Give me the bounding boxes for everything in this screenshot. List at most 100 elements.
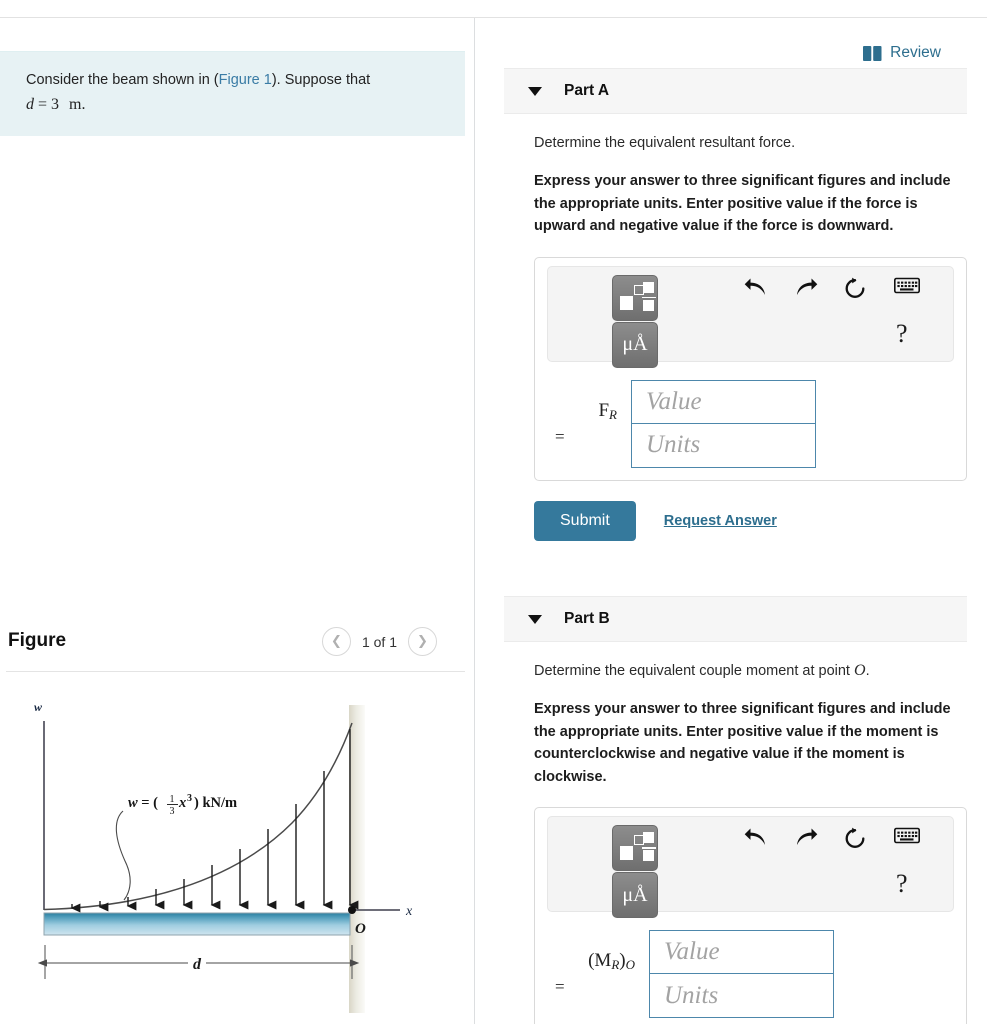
origin-point bbox=[348, 906, 356, 914]
part-b-units-button[interactable]: μÅ bbox=[612, 872, 658, 918]
book-icon bbox=[863, 45, 882, 61]
part-a-body: Determine the equivalent resultant force… bbox=[534, 132, 967, 541]
reset-circular-arrow-icon bbox=[845, 277, 865, 298]
svg-text:w = (: w = ( bbox=[128, 795, 158, 811]
review-link[interactable]: Review bbox=[863, 44, 941, 62]
part-b-entry-label: (MR)O = bbox=[549, 950, 649, 998]
undo-arrow-icon bbox=[744, 828, 765, 845]
given-period: . bbox=[81, 96, 86, 113]
load-curve bbox=[43, 722, 353, 911]
part-b-title: Part B bbox=[564, 610, 610, 627]
figure-header: Figure ❮ 1 of 1 ❯ bbox=[0, 618, 465, 670]
part-a-units-placeholder: Units bbox=[646, 431, 701, 458]
part-b-math-template-button[interactable] bbox=[612, 825, 658, 871]
keyboard-icon bbox=[894, 827, 920, 844]
left-panel: Consider the beam shown in (Figure 1). S… bbox=[0, 18, 474, 1024]
part-a-keyboard-button[interactable] bbox=[894, 277, 920, 294]
svg-text:1: 1 bbox=[170, 794, 175, 805]
part-b-value-placeholder: Value bbox=[664, 938, 720, 965]
part-a-value-input[interactable]: Value bbox=[631, 379, 816, 424]
part-a-entry-row: FR = Value Units bbox=[543, 379, 958, 468]
right-panel: Review Part A Determine the equivalent r… bbox=[475, 18, 987, 1024]
question-text-after: ). Suppose that bbox=[271, 72, 371, 88]
part-a-answer-box: μÅ ? FR = Value Units bbox=[534, 256, 967, 481]
figure-divider bbox=[6, 671, 465, 672]
part-b-reset-button[interactable] bbox=[844, 827, 866, 850]
part-a-instructions: Express your answer to three significant… bbox=[534, 173, 951, 234]
part-a-label-main: F bbox=[598, 399, 610, 421]
part-a-value-placeholder: Value bbox=[646, 387, 702, 415]
part-a-toolbar: μÅ ? bbox=[547, 265, 954, 368]
part-b-value-input[interactable]: Value bbox=[649, 930, 834, 974]
part-b-redo-button[interactable] bbox=[794, 827, 818, 849]
figure-counter: 1 of 1 bbox=[361, 633, 397, 650]
figure-next-button[interactable]: ❯ bbox=[408, 627, 437, 656]
equation-leader-line bbox=[115, 810, 131, 901]
part-b-section: Part B Determine the equivalent couple m… bbox=[475, 596, 987, 1024]
figure-prev-button[interactable]: ❮ bbox=[321, 627, 351, 656]
load-arrow-group bbox=[70, 729, 359, 913]
part-a-request-answer-link[interactable]: Request Answer bbox=[664, 513, 777, 529]
part-b-units-placeholder: Units bbox=[664, 981, 719, 1009]
part-a-math-template-button[interactable] bbox=[612, 274, 658, 321]
redo-arrow-icon bbox=[797, 278, 818, 295]
figure-pagination: ❮ 1 of 1 ❯ bbox=[321, 627, 437, 656]
part-a-header[interactable]: Part A bbox=[504, 68, 967, 114]
svg-text:x: x bbox=[178, 795, 186, 811]
keyboard-icon bbox=[894, 277, 920, 293]
given-variable: d bbox=[26, 96, 34, 113]
part-b-keyboard-button[interactable] bbox=[894, 827, 920, 844]
dimension-d-label: d bbox=[193, 956, 202, 973]
part-b-equals: = bbox=[555, 977, 565, 996]
given-units: m bbox=[69, 96, 82, 113]
part-b-prompt-math: O bbox=[854, 662, 866, 679]
svg-text:3: 3 bbox=[187, 793, 192, 804]
part-a-section: Part A Determine the equivalent resultan… bbox=[475, 68, 987, 541]
undo-arrow-icon bbox=[744, 278, 765, 295]
figure-title: Figure bbox=[8, 630, 67, 651]
part-b-label-main: (M bbox=[588, 950, 612, 971]
part-a-fields: Value Units bbox=[631, 379, 816, 468]
question-text-before: Consider the beam shown in ( bbox=[26, 72, 219, 88]
load-equation-label: w = ( 1 3 x 3 ) kN/m bbox=[128, 793, 237, 817]
svg-text:) kN/m: ) kN/m bbox=[194, 795, 237, 811]
part-b-instructions: Express your answer to three significant… bbox=[534, 701, 951, 785]
part-a-actions: Submit Request Answer bbox=[534, 500, 967, 541]
part-a-label-sub: R bbox=[609, 406, 617, 422]
figure-1-link[interactable]: Figure 1 bbox=[219, 72, 272, 88]
chevron-right-icon: ❯ bbox=[417, 634, 428, 649]
part-a-help-button[interactable]: ? bbox=[896, 319, 908, 349]
part-a-units-input[interactable]: Units bbox=[631, 423, 816, 468]
part-a-redo-button[interactable] bbox=[794, 277, 818, 299]
part-a-reset-button[interactable] bbox=[844, 277, 866, 300]
review-label: Review bbox=[890, 44, 941, 61]
part-a-units-button[interactable]: μÅ bbox=[612, 321, 658, 368]
part-a-title: Part A bbox=[564, 82, 610, 99]
part-a-undo-button[interactable] bbox=[744, 277, 768, 299]
reset-circular-arrow-icon bbox=[845, 827, 865, 848]
part-b-undo-button[interactable] bbox=[744, 827, 768, 849]
w-axis-label: w bbox=[34, 700, 43, 714]
part-b-header[interactable]: Part B bbox=[504, 596, 967, 642]
caret-down-icon bbox=[528, 86, 542, 96]
part-a-prompt: Determine the equivalent resultant force… bbox=[534, 135, 796, 151]
chevron-left-icon: ❮ bbox=[331, 634, 342, 649]
part-a-submit-button[interactable]: Submit bbox=[534, 500, 636, 541]
part-b-label-sub2: O bbox=[625, 957, 635, 972]
x-axis-label: x bbox=[405, 904, 413, 919]
part-b-prompt: Determine the equivalent couple moment a… bbox=[534, 662, 870, 679]
beam-diagram-svg: w x w = (1 3 x 3) kN/m O d bbox=[34, 700, 413, 1013]
question-statement-box: Consider the beam shown in (Figure 1). S… bbox=[0, 51, 465, 136]
part-b-answer-box: μÅ ? (MR)O = Value Units bbox=[534, 807, 967, 1024]
part-a-entry-label: FR = bbox=[549, 400, 631, 448]
part-b-units-input[interactable]: Units bbox=[649, 974, 834, 1018]
part-b-body: Determine the equivalent couple moment a… bbox=[534, 660, 967, 1024]
part-b-help-button[interactable]: ? bbox=[896, 869, 908, 899]
redo-arrow-icon bbox=[797, 828, 818, 845]
question-text: Consider the beam shown in (Figure 1). S… bbox=[26, 70, 439, 91]
part-a-equals: = bbox=[555, 426, 565, 446]
caret-down-icon bbox=[528, 614, 542, 624]
beam-figure: w x w = (1 3 x 3) kN/m O d bbox=[0, 683, 465, 1013]
part-b-prompt-text: Determine the equivalent couple moment a… bbox=[534, 663, 850, 679]
origin-label: O bbox=[355, 921, 366, 937]
